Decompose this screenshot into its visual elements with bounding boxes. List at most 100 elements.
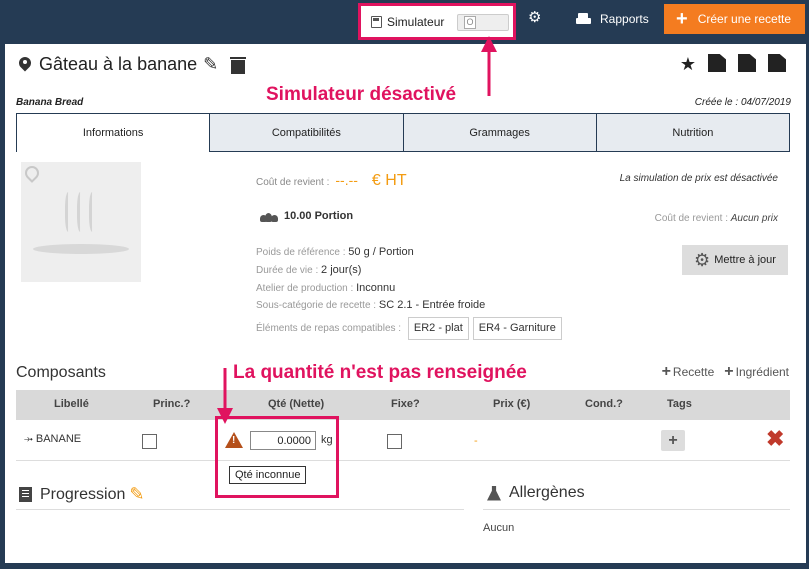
table-row: ⤞ BANANE kg - + ✖ [16,421,790,461]
add-recette-label: Recette [672,365,715,379]
simulateur-highlight: Simulateur O [358,3,516,40]
plus-icon: + [661,363,671,380]
allergenes-divider [483,509,790,510]
plus-icon: + [724,363,734,380]
cout-label: Coût de revient : [256,177,330,188]
plus-icon: + [676,8,688,30]
poids-label: Poids de référence : [256,247,346,258]
element-chip[interactable]: ER2 - plat [407,317,469,340]
steam-icon [89,192,97,232]
delete-icon[interactable]: ✖ [766,428,784,450]
col-qte: Qté (Nette) [268,398,325,410]
steam-icon [65,192,73,232]
edit-pencil-icon[interactable]: ✎ [203,54,218,75]
simulateur-control[interactable]: Simulateur O [365,9,509,35]
created-date: Créée le : 04/07/2019 [695,97,791,108]
annotation-highlight-qty [215,416,339,498]
flask-icon [487,485,501,501]
portion-value: 10.00 Portion [284,210,354,222]
settings-gear-icon[interactable]: ⚙ [528,10,542,25]
allergenes-section: Allergènes [487,484,585,502]
price-value: - [474,435,478,447]
fixe-checkbox[interactable] [387,434,402,449]
ingredient-name: ⤞ BANANE [24,433,82,445]
export-icon[interactable] [738,54,756,72]
recipe-properties: Poids de référence : 50 g / Portion Duré… [256,244,562,340]
composants-title: Composants [16,364,106,381]
element-chip[interactable]: ER4 - Garniture [472,317,562,340]
maj-label: Mettre à jour [714,254,776,266]
atelier-value: Inconnu [356,281,396,294]
tab-informations[interactable]: Informations [16,113,211,152]
elements-label: Éléments de repas compatibles : [256,323,402,335]
map-pin-icon [19,57,31,73]
edit-pencil-icon[interactable]: ✎ [129,484,144,505]
toggle-knob: O [464,16,476,29]
rapports-button[interactable]: Rapports [576,4,649,34]
recipe-title-row: Gâteau à la banane ✎ [19,54,247,75]
tab-nutrition[interactable]: Nutrition [596,113,790,152]
poids-value: 50 g / Portion [348,246,414,258]
simulateur-toggle[interactable]: O [457,14,509,31]
created-value: 04/07/2019 [740,97,791,108]
col-libelle: Libellé [54,398,89,410]
add-tag-button[interactable]: + [661,430,685,451]
print-icon[interactable] [708,54,726,72]
plate-icon [33,244,129,254]
col-cond: Cond.? [585,398,623,410]
atelier-label: Atelier de production : [256,282,354,294]
rapports-label: Rapports [600,12,649,26]
duree-label: Durée de vie : [256,264,319,276]
simulation-note: La simulation de prix est désactivée [619,173,778,184]
cout-unit: € HT [371,172,407,189]
calculator-icon [371,16,382,28]
list-icon [19,487,32,502]
add-ingredient-link[interactable]: + Ingrédient [724,363,789,381]
users-icon [260,211,278,222]
add-recette-link[interactable]: + Recette [662,363,715,381]
tab-grammages[interactable]: Grammages [403,113,597,152]
star-icon[interactable]: ★ [680,54,696,75]
progression-divider [16,509,464,510]
photo-pin-icon [22,163,42,183]
souscat-value: SC 2.1 - Entrée froide [378,299,486,312]
col-tags: Tags [667,398,692,410]
progression-section: Progression ✎ [19,484,144,505]
cout-revient: Coût de revient : --.-- € HT [256,172,407,190]
annotation-simulator-off: Simulateur désactivé [266,84,457,105]
cout2-label: Coût de revient : [654,213,728,224]
cout-revient-secondary: Coût de revient : Aucun prix [655,213,778,224]
mettre-a-jour-button[interactable]: ⚙ Mettre à jour [682,245,788,275]
recipe-subtitle: Banana Bread [16,97,84,108]
princ-checkbox[interactable] [142,434,157,449]
tab-compatibilites[interactable]: Compatibilités [210,113,404,152]
col-prix: Prix (€) [493,398,531,410]
allergenes-title: Allergènes [509,484,585,501]
trash-icon[interactable] [230,56,247,74]
add-links: + Recette + Ingrédient [662,363,789,381]
simulateur-label: Simulateur [387,15,445,29]
creer-recette-button[interactable]: + Créer une recette [664,4,805,34]
allergenes-value: Aucun [483,522,515,534]
document-icon[interactable] [768,54,786,72]
table-header: Libellé Princ.? Qté (Nette) Fixe? Prix (… [16,390,790,420]
souscat-label: Sous-catégorie de recette : [256,300,377,312]
cout-value: --.-- [335,172,358,188]
duree-value: 2 jour(s) [321,263,362,276]
gear-icon: ⚙ [694,249,711,270]
reports-icon [576,13,591,25]
recipe-photo-placeholder[interactable] [21,162,141,282]
add-ingredient-label: Ingrédient [735,365,789,379]
ingredient-name-text: BANANE [35,433,82,445]
tabs: Informations Compatibilités Grammages Nu… [16,113,790,152]
steam-icon [77,192,85,232]
creer-label: Créer une recette [697,12,792,26]
progression-title: Progression [40,485,126,503]
annotation-qty-missing: La quantité n'est pas renseignée [233,362,527,383]
recipe-actions: ★ [680,54,786,75]
col-princ: Princ.? [153,398,191,410]
created-label: Créée le : [694,97,739,108]
col-fixe: Fixe? [391,398,420,410]
portion: 10.00 Portion [260,210,353,222]
cout2-value: Aucun prix [730,213,778,224]
